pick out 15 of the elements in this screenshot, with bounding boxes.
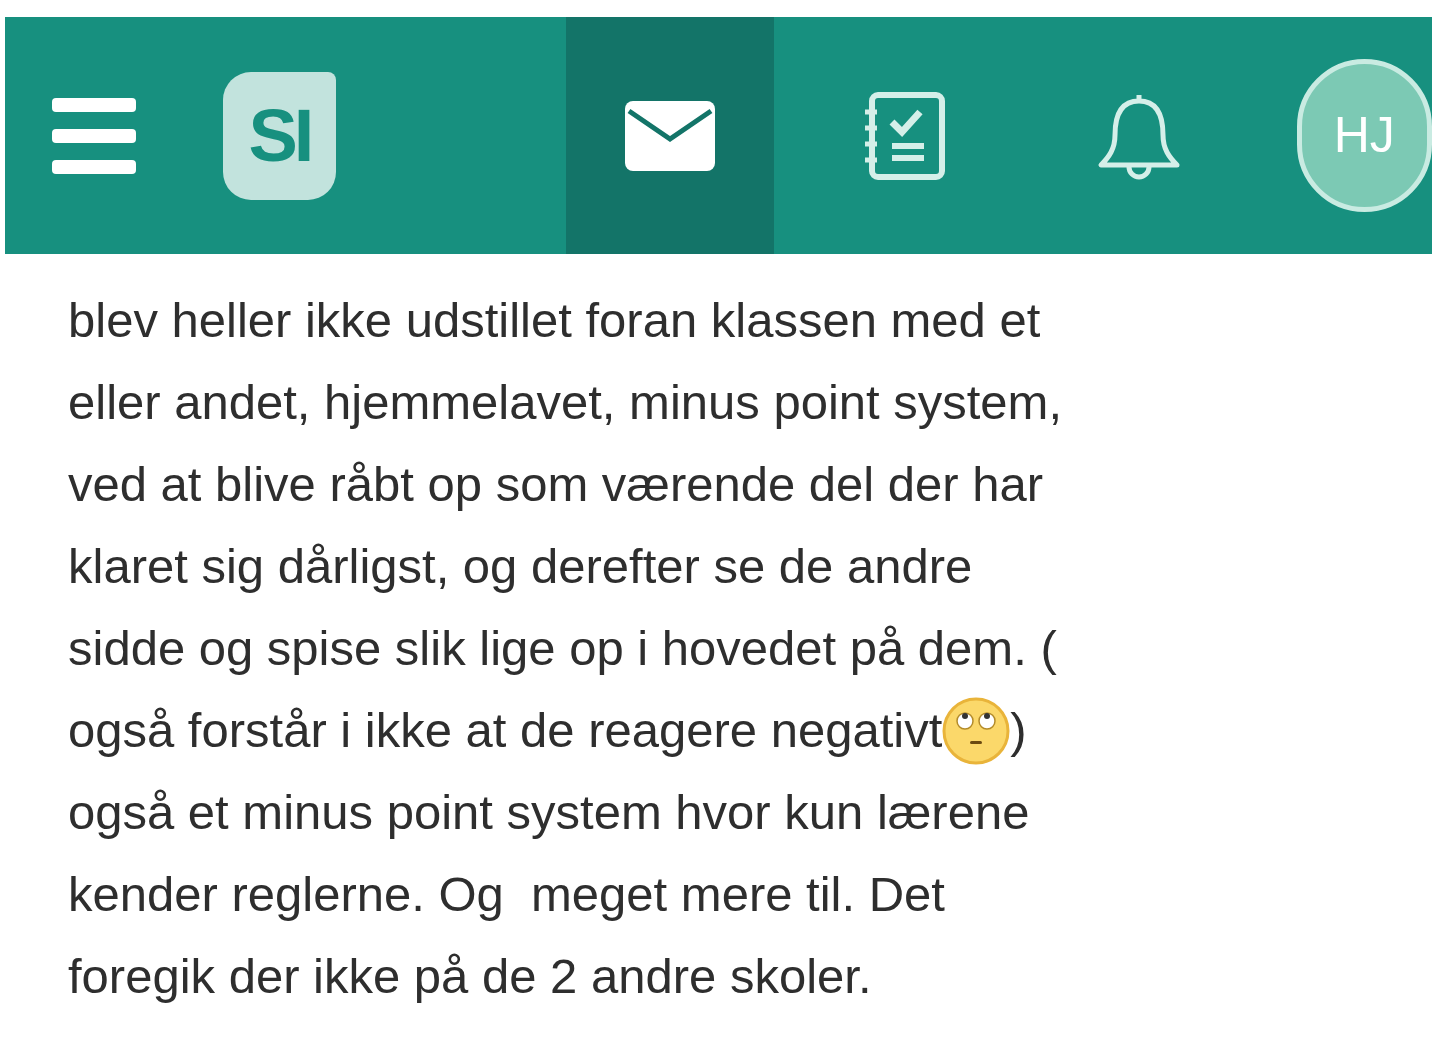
message-text-line: klaret sig dårligst, og derefter se de andre	[68, 538, 973, 596]
eye-roll-emoji-icon	[942, 697, 1011, 765]
message-text-line: kender reglerne. Og meget mere til. Det	[68, 866, 945, 924]
user-avatar[interactable]: HJ	[1296, 59, 1432, 212]
app-logo[interactable]: SI	[223, 71, 336, 200]
message-text-line: ved at blive råbt op som værende del der har	[68, 456, 1044, 514]
message-text-line: blev heller ikke udstillet foran klassen med et	[68, 292, 1041, 350]
message-text-line: også forstår i ikke at de reagere negativt	[68, 702, 943, 760]
message-text-line: foregik der ikke på de 2 andre skoler.	[68, 948, 872, 1006]
mail-icon	[624, 100, 715, 171]
message-text-line: eller andet, hjemmelavet, minus point system,	[68, 374, 1063, 432]
message-text-line: også et minus point system hvor kun lærene	[68, 784, 1030, 842]
nav-tab[interactable]	[565, 17, 774, 254]
message-text-line: )	[1010, 702, 1027, 760]
message-text-line: sidde og spise slik lige op i hovedet på dem. (	[68, 620, 1057, 678]
